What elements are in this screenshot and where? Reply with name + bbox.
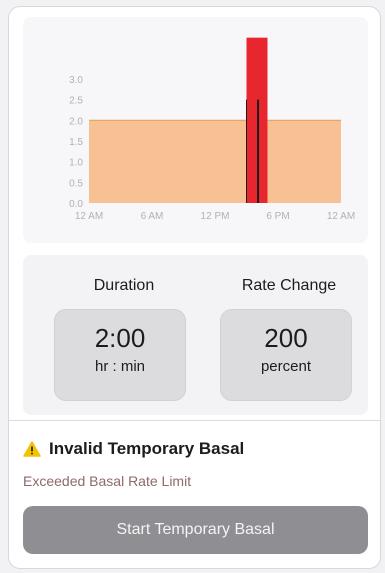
x-tick-label: 6 AM (141, 211, 164, 222)
x-tick-label: 12 PM (201, 211, 230, 222)
rate-change-unit: percent (260, 358, 312, 375)
duration-picker[interactable]: 2:00 hr : min (54, 309, 186, 401)
temporary-basal-bar (246, 37, 268, 204)
rate-change-label: Rate Change (241, 277, 337, 294)
warning-triangle-icon (23, 441, 41, 457)
start-temporary-basal-button[interactable]: Start Temporary Basal (23, 506, 368, 554)
rate-change-value: 200 (264, 323, 308, 353)
duration-value: 2:00 (94, 323, 146, 353)
y-tick-label: 0.0 (69, 199, 83, 210)
basal-chart-svg: 0.0 0.5 1.0 1.5 2.0 2.5 3.0 12 AM 6 AM 12 PM 6 PM 1… (69, 37, 355, 222)
duration-label: Duration (93, 277, 155, 294)
y-tick-label: 3.0 (69, 75, 83, 86)
y-tick-label: 1.0 (69, 158, 83, 169)
x-tick-label: 12 AM (75, 211, 103, 222)
settings-panel: Duration Rate Change 2:00 hr : min 200 p… (23, 255, 368, 415)
status-title: Invalid Temporary Basal (49, 439, 245, 458)
y-tick-label: 0.5 (69, 178, 83, 189)
rate-change-picker[interactable]: 200 percent (220, 309, 352, 401)
temporary-basal-card: 0.0 0.5 1.0 1.5 2.0 2.5 3.0 12 AM 6 AM 12 PM 6 PM 1… (8, 6, 381, 569)
scheduled-basal-area (89, 120, 341, 203)
y-tick-label: 2.5 (69, 96, 83, 107)
x-tick-label: 6 PM (266, 211, 289, 222)
y-tick-label: 1.5 (69, 137, 83, 148)
duration-unit: hr : min (94, 358, 145, 375)
x-tick-label: 12 AM (327, 211, 355, 222)
status-row: Invalid Temporary Basal (23, 437, 244, 461)
basal-chart: 0.0 0.5 1.0 1.5 2.0 2.5 3.0 12 AM 6 AM 12 PM 6 PM 1… (23, 17, 368, 243)
divider (9, 420, 380, 421)
y-tick-label: 2.0 (69, 116, 83, 127)
status-detail: Exceeded Basal Rate Limit (23, 473, 192, 489)
